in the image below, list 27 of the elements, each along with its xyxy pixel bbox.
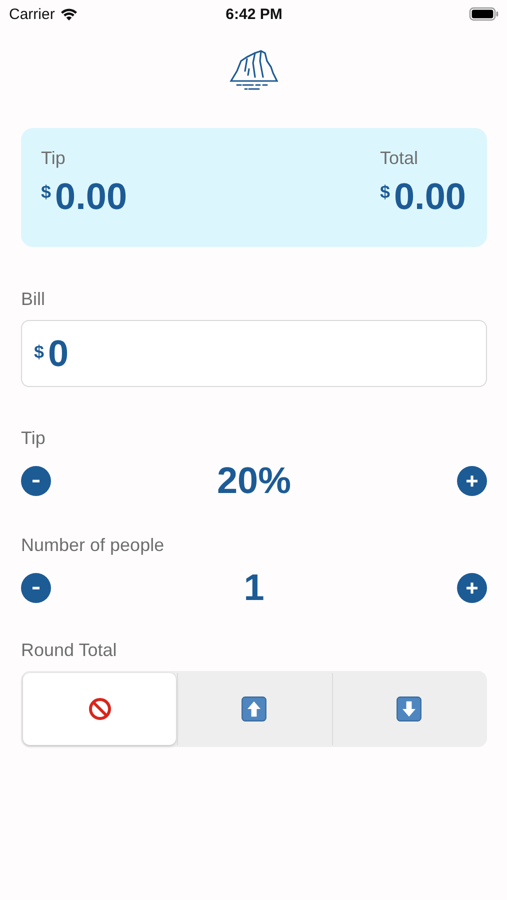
- round-segmented-control[interactable]: [21, 671, 487, 747]
- iceberg-logo-icon: [228, 47, 278, 91]
- bill-value: 0: [48, 332, 69, 374]
- field-label: Bill: [21, 289, 46, 310]
- currency-symbol: $: [41, 182, 52, 203]
- summary-amount: 0.00: [55, 176, 128, 218]
- clock-time: 6:42 PM: [226, 6, 282, 22]
- plus-button[interactable]: [457, 466, 487, 496]
- currency-symbol: $: [34, 342, 44, 363]
- currency-symbol: $: [380, 182, 390, 203]
- section-label: Round Total: [21, 640, 117, 661]
- stepper-value: 1: [244, 567, 264, 609]
- summary-amount: 0.00: [394, 176, 466, 218]
- stepper-value: 20%: [216, 460, 292, 502]
- minus-button[interactable]: [21, 573, 51, 603]
- summary-label: Tip: [41, 148, 66, 169]
- stepper-label: Tip: [21, 428, 46, 449]
- bill-input-field[interactable]: $0: [21, 320, 487, 387]
- carrier-name: Carrier: [9, 6, 55, 22]
- round-option[interactable]: [23, 673, 176, 745]
- plus-button[interactable]: [456, 573, 487, 603]
- battery-icon: [469, 7, 500, 21]
- minus-button[interactable]: [21, 466, 51, 496]
- stepper-label: Number of people: [21, 535, 164, 556]
- wifi-icon: [60, 8, 78, 20]
- summary-label: Total: [380, 148, 419, 169]
- prohibited-icon: [88, 697, 112, 721]
